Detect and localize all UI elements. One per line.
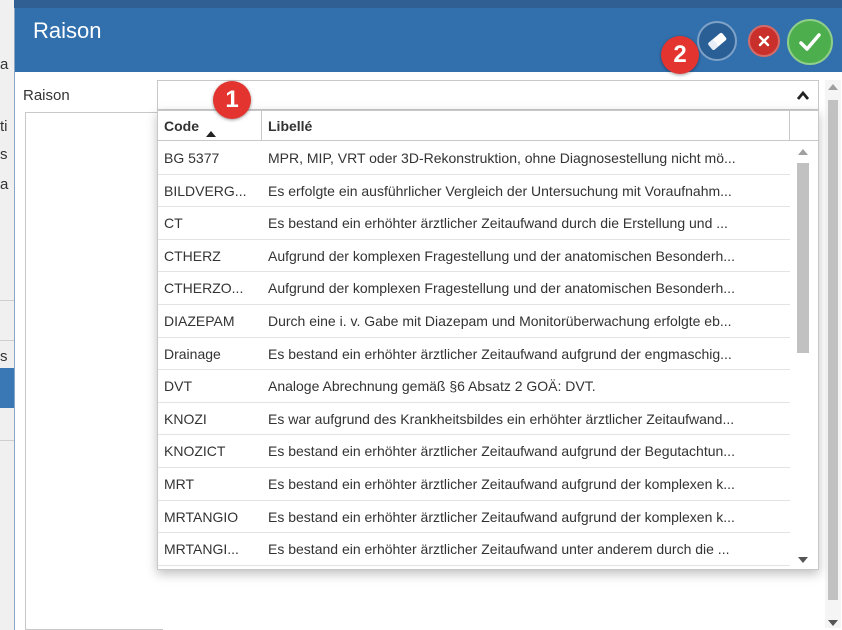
close-icon	[758, 35, 770, 47]
cell-code: Drainage	[164, 345, 221, 362]
confirm-button[interactable]	[787, 19, 833, 65]
background-text: a	[0, 56, 9, 73]
checkmark-icon	[799, 33, 821, 51]
cell-libelle: Analoge Abrechnung gemäß §6 Absatz 2 GOÄ…	[268, 378, 596, 395]
table-row[interactable]: DIAZEPAM Durch eine i. v. Gabe mit Diazep…	[158, 305, 790, 338]
background-divider	[0, 340, 14, 341]
raison-label: Raison	[23, 87, 70, 104]
cell-libelle: Es bestand ein erhöhter ärztlicher Zeita…	[268, 215, 728, 232]
cell-libelle: MPR, MIP, VRT oder 3D-Rekonstruktion, oh…	[268, 150, 736, 166]
scroll-down-icon[interactable]	[798, 557, 808, 563]
grid-body: BG 5377 MPR, MIP, VRT oder 3D-Rekonstrukt…	[158, 142, 790, 566]
scroll-down-icon[interactable]	[828, 620, 838, 626]
clear-button[interactable]	[697, 21, 737, 61]
background-divider	[0, 300, 14, 301]
cell-code: CT	[164, 215, 183, 232]
cell-code: DVT	[164, 378, 192, 395]
content-panel	[25, 112, 163, 630]
background-text: ti	[0, 118, 8, 135]
cell-code: MRTANGIO	[164, 508, 239, 525]
cell-libelle: Es erfolgte ein ausführlicher Vergleich …	[268, 182, 732, 199]
dialog-scrollbar[interactable]	[825, 80, 841, 628]
column-header-code-label: Code	[164, 118, 199, 134]
background-text: s	[0, 146, 8, 163]
table-row[interactable]: CTHERZ Aufgrund der komplexen Fragestellu…	[158, 240, 790, 273]
background-app: a ti s a s	[0, 0, 14, 630]
table-row[interactable]: BILDVERG... Es erfolgte ein ausführlicher…	[158, 175, 790, 208]
cell-code: MRTANGI...	[164, 541, 239, 558]
cell-libelle: Es bestand ein erhöhter ärztlicher Zeita…	[268, 443, 735, 460]
table-row[interactable]: MRTANGIO Es bestand ein erhöhter ärztlich…	[158, 501, 790, 534]
cancel-button[interactable]	[748, 25, 780, 57]
column-header-libelle[interactable]: Libellé	[262, 111, 790, 141]
cell-code: BILDVERG...	[164, 182, 247, 199]
dialog-title: Raison	[33, 18, 102, 43]
chevron-up-icon[interactable]	[794, 87, 812, 105]
dialog-titlebar: Raison	[15, 8, 842, 72]
table-row[interactable]: BG 5377 MPR, MIP, VRT oder 3D-Rekonstrukt…	[158, 142, 790, 175]
cell-libelle: Es bestand ein erhöhter ärztlicher Zeita…	[268, 345, 732, 362]
dialog-scrollbar-thumb[interactable]	[828, 100, 838, 600]
table-row[interactable]: DVT Analoge Abrechnung gemäß §6 Absatz 2 …	[158, 370, 790, 403]
cell-libelle: Es war aufgrund des Krankheitsbildes ein…	[268, 410, 735, 427]
cell-libelle: Es bestand ein erhöhter ärztlicher Zeita…	[268, 508, 735, 525]
column-header-libelle-label: Libellé	[268, 118, 313, 134]
scroll-up-icon[interactable]	[828, 84, 838, 90]
cell-code: CTHERZO...	[164, 280, 244, 297]
table-row[interactable]: MRTANGI... Es bestand ein erhöhter ärztli…	[158, 533, 790, 566]
raison-combobox[interactable]	[157, 80, 819, 110]
column-header-code[interactable]: Code	[158, 111, 262, 141]
cell-code: KNOZICT	[164, 443, 226, 460]
grid-scrollbar-thumb[interactable]	[797, 163, 809, 353]
cell-code: BG 5377	[164, 150, 220, 166]
sort-ascending-icon	[206, 131, 216, 137]
table-row[interactable]: Drainage Es bestand ein erhöhter ärztlich…	[158, 338, 790, 371]
cell-code: MRT	[164, 475, 195, 492]
table-row[interactable]: CT Es bestand ein erhöhter ärztlicher Zei…	[158, 207, 790, 240]
background-selected-row	[0, 368, 14, 408]
eraser-icon	[708, 32, 727, 50]
cell-code: DIAZEPAM	[164, 312, 235, 329]
background-divider	[0, 440, 14, 441]
callout-badge-1: 1	[213, 81, 251, 119]
cell-libelle: Aufgrund der komplexen Fragestellung und…	[268, 280, 735, 297]
table-row[interactable]: KNOZICT Es bestand ein erhöhter ärztliche…	[158, 435, 790, 468]
cell-libelle: Es bestand ein erhöhter ärztlicher Zeita…	[268, 475, 735, 492]
callout-badge-2: 2	[661, 36, 699, 74]
cell-code: CTHERZ	[164, 247, 221, 264]
background-text: s	[0, 348, 8, 365]
background-app-header	[0, 0, 842, 8]
cell-code: KNOZI	[164, 410, 207, 427]
cell-libelle: Es bestand ein erhöhter ärztlicher Zeita…	[268, 541, 730, 558]
grid-scrollbar[interactable]	[794, 145, 812, 567]
raison-dropdown-grid: Code Libellé BG 5377 MPR, MIP, VRT oder 3…	[157, 110, 819, 570]
cell-libelle: Durch eine i. v. Gabe mit Diazepam und M…	[268, 312, 732, 329]
grid-header: Code Libellé	[158, 111, 818, 141]
raison-dialog: Raison 2 Raison 1 Code Libellé BG 5377 M…	[14, 8, 842, 630]
background-text: a	[0, 176, 9, 193]
table-row[interactable]: MRT Es bestand ein erhöhter ärztlicher Ze…	[158, 468, 790, 501]
table-row[interactable]: KNOZI Es war aufgrund des Krankheitsbilde…	[158, 403, 790, 436]
scroll-up-icon[interactable]	[798, 149, 808, 155]
cell-libelle: Aufgrund der komplexen Fragestellung und…	[268, 247, 735, 264]
table-row[interactable]: CTHERZO... Aufgrund der komplexen Fragest…	[158, 272, 790, 305]
